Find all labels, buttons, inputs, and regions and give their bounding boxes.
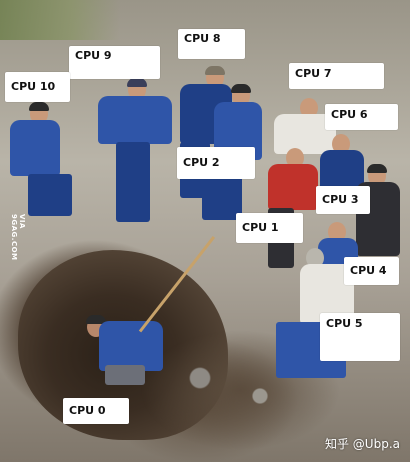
grass-patch: [0, 0, 120, 40]
meme-photo: CPU 0 CPU 1 CPU 2 CPU 3 CPU 4 CPU 5 CPU …: [0, 0, 410, 462]
label-cpu8: CPU 8: [178, 29, 245, 59]
watermark-zhihu: 知乎 @Ubp.a: [324, 437, 400, 451]
label-cpu7: CPU 7: [289, 63, 384, 89]
label-cpu4: CPU 4: [344, 257, 399, 285]
label-cpu0: CPU 0: [63, 398, 129, 424]
label-cpu5: CPU 5: [320, 313, 400, 361]
label-cpu3: CPU 3: [316, 186, 370, 214]
label-cpu6: CPU 6: [325, 104, 398, 130]
label-cpu1: CPU 1: [236, 213, 303, 243]
label-cpu9: CPU 9: [69, 46, 160, 79]
label-cpu10: CPU 10: [5, 72, 70, 102]
label-cpu2: CPU 2: [177, 147, 255, 179]
watermark-9gag: VIA 9GAG.COM: [10, 214, 26, 261]
